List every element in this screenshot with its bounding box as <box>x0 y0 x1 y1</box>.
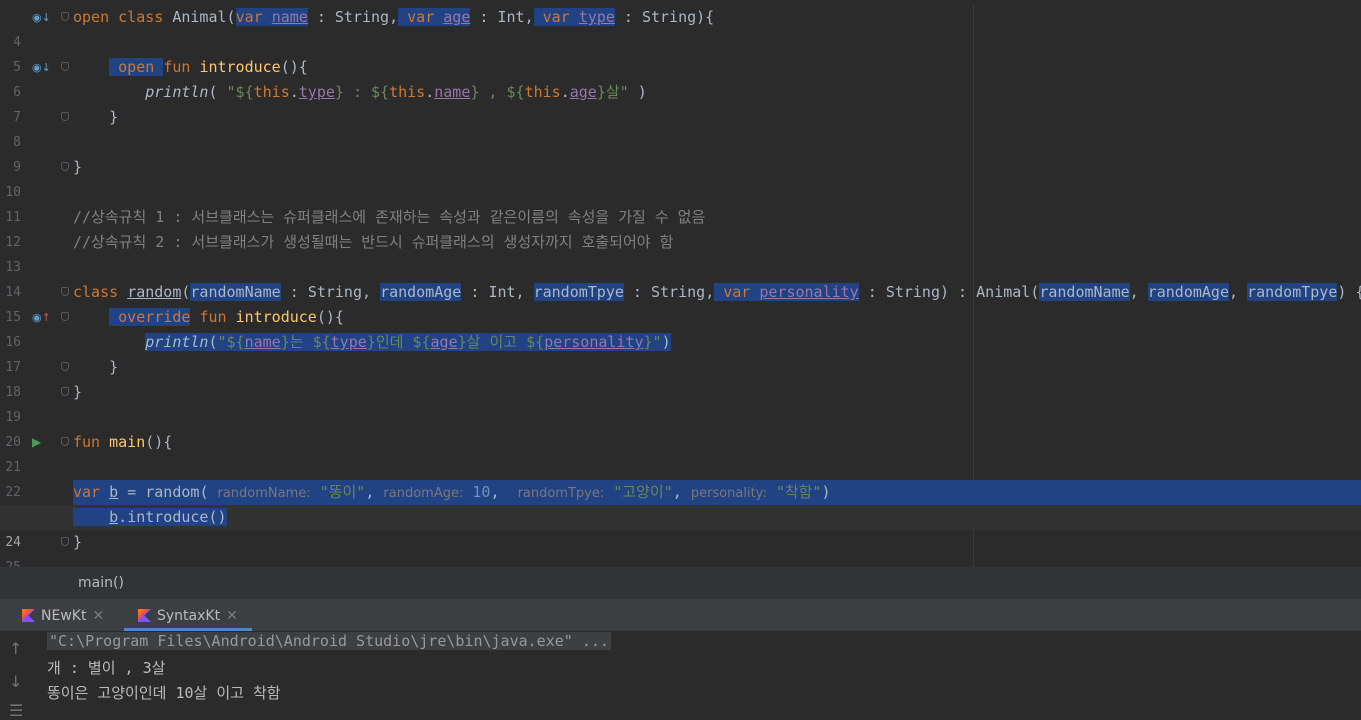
code-line[interactable]: 25 } <box>0 530 1361 567</box>
console-output-line: 똥이은 고양이인데 10살 이고 착함 <box>47 684 281 702</box>
kotlin-icon <box>22 609 35 622</box>
run-tool-window-tabs: NEwKt ✕ SyntaxKt ✕ <box>0 599 1361 631</box>
close-icon[interactable]: ✕ <box>92 608 104 624</box>
code-line[interactable]: 21 ▶ fun main(){ <box>0 430 1361 475</box>
tab-label: NEwKt <box>41 608 87 624</box>
fold-marker-icon[interactable] <box>61 437 69 446</box>
fold-marker-icon[interactable] <box>61 312 69 321</box>
param-hint: randomTpye: <box>517 486 605 501</box>
fold-marker-icon[interactable] <box>61 12 69 21</box>
run-tab-syntaxkt[interactable]: SyntaxKt ✕ <box>124 599 252 631</box>
soft-wrap-icon[interactable]: ☰ <box>9 701 23 720</box>
fold-marker-icon[interactable] <box>61 287 69 296</box>
fold-marker-icon[interactable] <box>61 162 69 171</box>
implemented-icon[interactable]: ◉↓ <box>32 5 51 30</box>
code-line[interactable]: 4 ◉↓ open class Animal(var name : String… <box>0 5 1361 50</box>
run-console[interactable]: "C:\Program Files\Android\Android Studio… <box>34 631 1361 720</box>
param-hint: personality: <box>690 486 767 501</box>
breadcrumb-bar: main() <box>0 567 1361 599</box>
code-line[interactable]: 22 <box>0 455 1361 500</box>
code-line[interactable]: 19 } <box>0 380 1361 425</box>
code-line[interactable]: 8 } <box>0 105 1361 150</box>
comment: //상속규칙 1 : 서브클래스는 슈퍼클래스에 존재하는 속성과 같은이름의 … <box>73 208 706 226</box>
code-line[interactable]: 18 } <box>0 355 1361 400</box>
scroll-down-icon[interactable]: ↓ <box>9 672 22 691</box>
console-output-line: 개 : 별이 , 3살 <box>47 659 166 677</box>
code-line[interactable]: 5 <box>0 30 1361 75</box>
code-line[interactable]: 6 ◉↓ open fun introduce(){ <box>0 55 1361 100</box>
param-hint: randomName: <box>217 486 311 501</box>
code-line[interactable]: 15 class random(randomName : String, ran… <box>0 280 1361 325</box>
code-line[interactable]: 17 println("${name}는 ${type}인데 ${age}살 이… <box>0 330 1361 375</box>
implemented-icon[interactable]: ◉↓ <box>32 55 51 80</box>
code-line[interactable]: 20 <box>0 405 1361 450</box>
code-line[interactable]: 11 <box>0 180 1361 225</box>
comment: //상속규칙 2 : 서브클래스가 생성될때는 반드시 슈퍼클래스의 생성자까지… <box>73 233 674 251</box>
fold-marker-icon[interactable] <box>61 362 69 371</box>
scroll-up-icon[interactable]: ↑ <box>9 639 22 658</box>
fold-marker-icon[interactable] <box>61 112 69 121</box>
code-editor[interactable]: 4 ◉↓ open class Animal(var name : String… <box>0 5 1361 567</box>
breadcrumb[interactable]: main() <box>78 575 124 591</box>
kotlin-icon <box>138 609 151 622</box>
fold-marker-icon[interactable] <box>61 537 69 546</box>
code-line[interactable]: 14 <box>0 255 1361 300</box>
code-line-current[interactable]: 24 b.introduce() <box>0 505 1361 550</box>
console-toolbar: ↑ ↓ ☰ <box>0 631 35 720</box>
code-line[interactable]: 12 //상속규칙 1 : 서브클래스는 슈퍼클래스에 존재하는 속성과 같은이… <box>0 205 1361 250</box>
code-line[interactable]: 9 <box>0 130 1361 175</box>
code-line[interactable]: 7 println( "${this.type} : ${this.name} … <box>0 80 1361 125</box>
param-hint: randomAge: <box>383 486 464 501</box>
tab-label: SyntaxKt <box>157 608 221 624</box>
overrides-icon[interactable]: ◉↑ <box>32 305 51 330</box>
run-icon[interactable]: ▶ <box>32 430 41 455</box>
line-number: 25 <box>0 555 21 567</box>
console-command: "C:\Program Files\Android\Android Studio… <box>47 632 611 650</box>
fold-marker-icon[interactable] <box>61 62 69 71</box>
code-line[interactable]: 13 //상속규칙 2 : 서브클래스가 생성될때는 반드시 슈퍼클래스의 생성… <box>0 230 1361 275</box>
code-line[interactable]: 16 ◉↑ override fun introduce(){ <box>0 305 1361 350</box>
run-tab-newkt[interactable]: NEwKt ✕ <box>22 599 104 631</box>
fold-marker-icon[interactable] <box>61 387 69 396</box>
close-icon[interactable]: ✕ <box>226 608 238 624</box>
code-line[interactable]: 10 } <box>0 155 1361 200</box>
code-line[interactable]: 23 var b = random( randomName: "똥이", ran… <box>0 480 1361 525</box>
